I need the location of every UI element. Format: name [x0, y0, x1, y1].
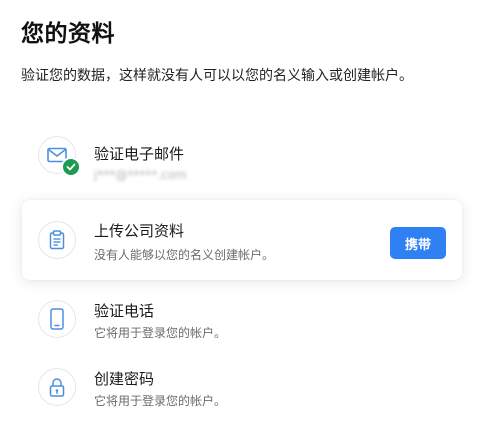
phone-icon	[50, 308, 64, 330]
step-create-password[interactable]: 创建密码 它将用于登录您的帐户。	[22, 350, 462, 430]
lock-icon-circle	[38, 368, 76, 406]
verified-badge	[61, 157, 81, 177]
clipboard-icon-circle	[38, 221, 76, 259]
step-title: 创建密码	[94, 370, 155, 388]
phone-icon-circle	[38, 300, 76, 338]
checkmark-icon	[66, 163, 76, 171]
clipboard-icon	[49, 230, 65, 250]
step-description: 没有人能够以您的名义创建帐户。	[94, 248, 275, 262]
step-verify-email[interactable]: 验证电子邮件 j***@*****.com	[22, 118, 462, 198]
page-subtitle: 验证您的数据，这样就没有人可以以您的名义输入或创建帐户。	[21, 68, 413, 84]
lock-icon	[49, 378, 65, 397]
carry-button[interactable]: 携带	[390, 227, 446, 259]
masked-email: j***@*****.com	[94, 168, 187, 182]
step-description: 它将用于登录您的帐户。	[94, 326, 227, 340]
step-upload-company-card[interactable]: 上传公司资料 没有人能够以您的名义创建帐户。 携带	[22, 200, 462, 280]
email-icon-circle	[38, 136, 81, 177]
step-description: 它将用于登录您的帐户。	[94, 394, 227, 408]
step-title: 验证电子邮件	[94, 145, 185, 163]
page-title: 您的资料	[21, 21, 115, 47]
step-title: 上传公司资料	[94, 222, 185, 240]
step-title: 验证电话	[94, 302, 155, 320]
